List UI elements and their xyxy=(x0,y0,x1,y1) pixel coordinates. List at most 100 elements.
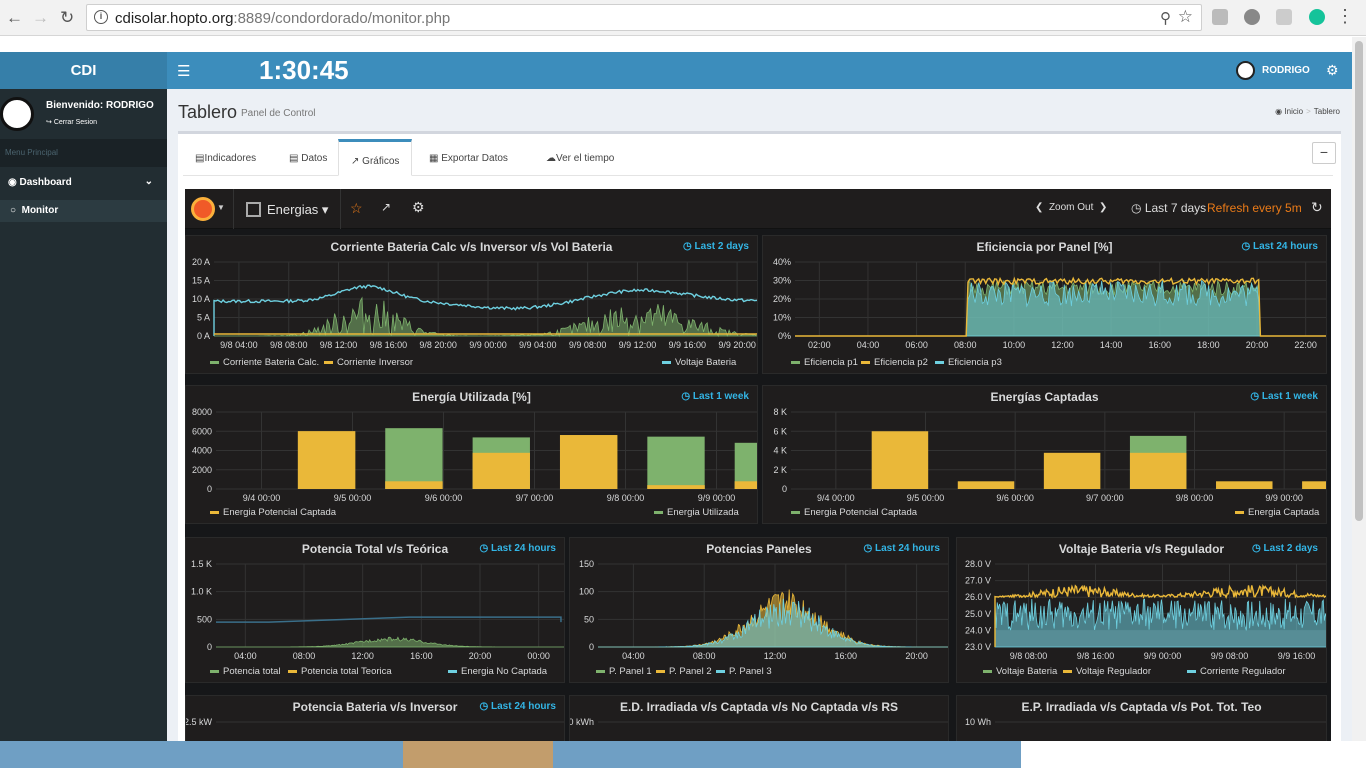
address-bar[interactable]: i cdisolar.hopto.org:8889/condordorado/m… xyxy=(86,4,1202,31)
legend-item[interactable]: P. Panel 1 xyxy=(596,666,652,677)
page-scrollbar[interactable] xyxy=(1352,37,1366,741)
settings-cogs-icon[interactable]: ⚙ xyxy=(1326,62,1339,79)
panel-time-range: ◷ Last 24 hours xyxy=(1241,241,1318,252)
x-tick-label: 9/5 00:00 xyxy=(907,493,945,503)
forward-icon[interactable]: → xyxy=(32,8,49,28)
legend-item[interactable]: Corriente Inversor xyxy=(324,357,413,368)
tab-label: Gráficos xyxy=(362,156,400,167)
x-tick-label: 04:00 xyxy=(622,651,645,661)
extension-pdf-icon[interactable] xyxy=(1276,9,1292,25)
legend-item[interactable]: Corriente Regulador xyxy=(1187,666,1286,677)
panel-title[interactable]: Energías Captadas xyxy=(763,390,1326,404)
tab-exportar-datos[interactable]: ▦ Exportar Datos xyxy=(417,139,520,176)
bar xyxy=(871,431,929,489)
user-name[interactable]: RODRIGO xyxy=(1262,65,1310,76)
dashboard-picker[interactable]: Energias ▾ xyxy=(267,202,328,218)
panel-graph[interactable]: 1.5 K 1.0 K 500 0 04:00 08:00 12:00 16:00 20:00 0… xyxy=(186,538,565,683)
menu-section-header: Menu Principal xyxy=(0,139,167,167)
legend-item[interactable]: Eficiencia p1 xyxy=(791,357,858,368)
legend-item[interactable]: Energia Captada xyxy=(1235,507,1319,518)
grafana-panel[interactable]: 10 Wh E.P. Irradiada v/s Captada v/s Pot.… xyxy=(956,695,1327,741)
panel-graph[interactable]: 8 K 6 K 4 K 2 K 0 9/4 00:00 9/5 00:00 9/6 00:00… xyxy=(763,386,1327,524)
extension-grammarly-icon[interactable] xyxy=(1309,9,1325,25)
legend-item[interactable]: Potencia total xyxy=(210,666,281,677)
scrollbar-thumb[interactable] xyxy=(1355,41,1363,521)
refresh-interval[interactable]: Refresh every 5m xyxy=(1207,201,1302,215)
tab-indicadores[interactable]: ▤Indicadores xyxy=(183,139,268,176)
gear-icon[interactable]: ⚙ xyxy=(412,199,425,216)
x-tick-label: 9/9 00:00 xyxy=(469,340,507,350)
extension-drive-icon[interactable] xyxy=(1212,9,1228,25)
user-avatar[interactable] xyxy=(1236,61,1255,80)
panel-graph[interactable]: 150 100 50 0 04:00 08:00 12:00 16:00 20:00 xyxy=(570,538,949,683)
x-tick-label: 9/4 00:00 xyxy=(817,493,855,503)
legend-item[interactable]: Voltaje Bateria xyxy=(983,666,1057,677)
grafana-panel[interactable]: 20 A 15 A 10 A 5 A 0 A 9/8 04:00 9/8 08:00 9/8 … xyxy=(185,235,758,374)
legend-item[interactable]: Eficiencia p3 xyxy=(935,357,1002,368)
tab-datos[interactable]: ▤ Datos xyxy=(277,139,339,176)
legend-item[interactable]: P. Panel 3 xyxy=(716,666,772,677)
extension-eye-icon[interactable] xyxy=(1244,9,1260,25)
refresh-icon[interactable]: ↻ xyxy=(1311,199,1323,216)
y-tick-label: 6000 xyxy=(192,426,212,436)
grafana-panel[interactable]: 1.5 K 1.0 K 500 0 04:00 08:00 12:00 16:00 20:00 0… xyxy=(185,537,565,683)
panel-title[interactable]: Corriente Bateria Calc v/s Inversor v/s … xyxy=(186,240,757,254)
chart-icon: ↗ xyxy=(351,156,363,167)
panel-title[interactable]: Energía Utilizada [%] xyxy=(186,390,757,404)
grafana-panel[interactable]: 150 100 50 0 04:00 08:00 12:00 16:00 20:00 Potenc… xyxy=(569,537,949,683)
share-icon[interactable]: ↗ xyxy=(381,200,391,214)
grafana-panel[interactable]: 8000 6000 4000 2000 0 9/4 00:00 9/5 00:00 9/6 0… xyxy=(185,385,758,524)
tab-label: Ver el tiempo xyxy=(556,153,615,164)
legend-item[interactable]: Energia Utilizada xyxy=(654,507,739,518)
x-tick-label: 20:00 xyxy=(1246,340,1269,350)
x-tick-label: 9/8 16:00 xyxy=(1077,651,1115,661)
legend-item[interactable]: Voltaje Regulador xyxy=(1063,666,1151,677)
star-icon[interactable]: ☆ xyxy=(350,200,363,217)
panel-graph[interactable]: 8000 6000 4000 2000 0 9/4 00:00 9/5 00:00 9/6 0… xyxy=(186,386,758,524)
panel-title[interactable]: E.P. Irradiada v/s Captada v/s Pot. Tot.… xyxy=(957,700,1326,714)
y-tick-label: 10% xyxy=(773,313,791,323)
sidebar-toggle-icon[interactable]: ☰ xyxy=(177,62,190,80)
url-text[interactable]: cdisolar.hopto.org:8889/condordorado/mon… xyxy=(115,10,450,27)
zoom-icon[interactable]: ⚲ xyxy=(1160,9,1171,27)
dashboard-grid-icon[interactable] xyxy=(246,202,261,217)
legend-item[interactable]: Eficiencia p2 xyxy=(861,357,928,368)
legend-item[interactable]: Potencia total Teorica xyxy=(288,666,392,677)
panel-graph[interactable]: 28.0 V 27.0 V 26.0 V 25.0 V 24.0 V 23.0 V 9/8 … xyxy=(957,538,1327,683)
reload-icon[interactable]: ↻ xyxy=(60,8,74,28)
x-tick-label: 22:00 xyxy=(1294,340,1317,350)
panel-graph[interactable]: 20 A 15 A 10 A 5 A 0 A 9/8 04:00 9/8 08:00 9/8 … xyxy=(186,236,758,374)
legend-item[interactable]: P. Panel 2 xyxy=(656,666,712,677)
grafana-panel[interactable]: 40 kWh E.D. Irradiada v/s Captada v/s No … xyxy=(569,695,949,741)
grafana-panel[interactable]: 8 K 6 K 4 K 2 K 0 9/4 00:00 9/5 00:00 9/6 00:00… xyxy=(762,385,1327,524)
legend-item[interactable]: Energia No Captada xyxy=(448,666,547,677)
grafana-panel[interactable]: 40% 30% 20% 10% 0% 02:00 04:00 06:00 08:00 10:00 1… xyxy=(762,235,1327,374)
collapse-button[interactable]: − xyxy=(1312,142,1336,164)
x-tick-label: 08:00 xyxy=(293,651,316,661)
legend-item[interactable]: Voltaje Bateria xyxy=(662,357,736,368)
sidebar-item-dashboard[interactable]: ◉ Dashboard ⌄ xyxy=(0,171,167,195)
panel-graph[interactable]: 40% 30% 20% 10% 0% 02:00 04:00 06:00 08:00 10:00 1… xyxy=(763,236,1327,374)
browser-menu-icon[interactable]: ⋮ xyxy=(1336,6,1354,27)
logout-link[interactable]: ↪ Cerrar Sesion xyxy=(46,118,97,126)
x-tick-label: 9/7 00:00 xyxy=(516,493,554,503)
sidebar-item-monitor[interactable]: ○ Monitor xyxy=(0,200,167,222)
grafana-panel[interactable]: 28.0 V 27.0 V 26.0 V 25.0 V 24.0 V 23.0 V 9/8 … xyxy=(956,537,1327,683)
star-icon[interactable]: ☆ xyxy=(1178,7,1193,27)
tab-ver-el-tiempo[interactable]: ☁Ver el tiempo xyxy=(534,139,626,176)
back-icon[interactable]: ← xyxy=(6,8,23,28)
breadcrumb-home[interactable]: Inicio xyxy=(1284,107,1303,116)
grafana-panel[interactable]: 2.5 kW Potencia Bateria v/s Inversor ◷ Las… xyxy=(185,695,565,741)
brand-logo[interactable]: CDI xyxy=(0,52,167,89)
legend-item[interactable]: Energia Potencial Captada xyxy=(210,507,336,518)
grafana-logo-icon[interactable] xyxy=(191,197,215,221)
legend-item[interactable]: Energia Potencial Captada xyxy=(791,507,917,518)
time-range-picker[interactable]: ◷ Last 7 days xyxy=(1131,201,1206,215)
legend-item[interactable]: Corriente Bateria Calc. xyxy=(210,357,319,368)
panel-title[interactable]: E.D. Irradiada v/s Captada v/s No Captad… xyxy=(570,700,948,714)
list-icon: ▤ xyxy=(289,153,302,164)
info-icon[interactable]: i xyxy=(94,10,108,24)
caret-down-icon[interactable]: ▼ xyxy=(217,203,225,212)
zoom-out-button[interactable]: ❮ Zoom Out ❯ xyxy=(1035,202,1107,213)
tab-graficos[interactable]: ↗ Gráficos xyxy=(338,139,413,176)
